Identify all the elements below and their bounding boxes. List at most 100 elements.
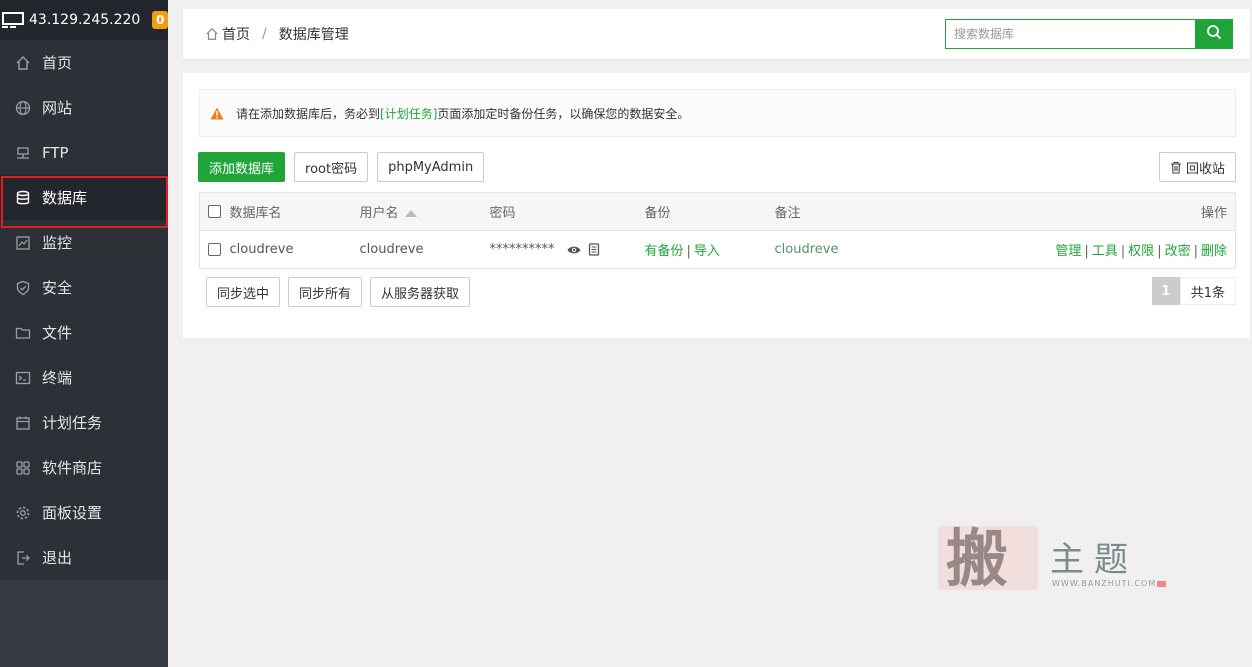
sidebar-item-label: 网站 xyxy=(42,99,73,117)
col-name: 数据库名 xyxy=(229,192,360,231)
copy-icon[interactable] xyxy=(588,243,600,256)
sidebar-item-monitor[interactable]: 监控 xyxy=(0,220,168,265)
logout-icon xyxy=(14,549,32,567)
fetch-from-server-button[interactable]: 从服务器获取 xyxy=(370,277,471,307)
message-badge[interactable]: 0 xyxy=(152,11,168,29)
col-user-label: 用户名 xyxy=(359,206,399,221)
import-link[interactable]: 导入 xyxy=(694,244,720,259)
change-password-link[interactable]: 改密 xyxy=(1165,244,1191,259)
toolbar: 添加数据库 root密码 phpMyAdmin xyxy=(198,152,493,182)
sidebar-item-label: 退出 xyxy=(42,549,73,567)
database-icon xyxy=(14,189,32,207)
watermark-dot xyxy=(1157,581,1166,587)
terminal-icon xyxy=(14,369,32,387)
sidebar-item-files[interactable]: 文件 xyxy=(0,310,168,355)
col-user[interactable]: 用户名 xyxy=(359,192,490,231)
sidebar-item-label: 安全 xyxy=(42,279,73,297)
cron-link[interactable]: [计划任务] xyxy=(380,105,437,122)
sidebar-item-security[interactable]: 安全 xyxy=(0,265,168,310)
recycle-bin-button[interactable]: 回收站 xyxy=(1158,152,1236,182)
breadcrumb-current: 数据库管理 xyxy=(278,27,349,43)
database-table: 数据库名 用户名 密码 备份 备注 操作 cloudreve cloudreve… xyxy=(199,192,1237,269)
monitor-chart-icon xyxy=(14,234,32,252)
header-bar: 首页 / 数据库管理 xyxy=(183,9,1250,59)
sidebar-item-terminal[interactable]: 终端 xyxy=(0,355,168,400)
separator: | xyxy=(1120,244,1126,259)
globe-icon xyxy=(14,99,32,117)
tools-link[interactable]: 工具 xyxy=(1092,244,1118,259)
sidebar-item-website[interactable]: 网站 xyxy=(0,85,168,130)
sidebar-item-ftp[interactable]: FTP xyxy=(0,130,168,175)
search-box xyxy=(945,19,1233,49)
sidebar-item-label: 文件 xyxy=(42,324,73,342)
select-all-checkbox[interactable] xyxy=(208,205,221,218)
page-number-current[interactable]: 1 xyxy=(1151,277,1180,305)
total-count: 共1条 xyxy=(1179,277,1236,305)
server-ip: 43.129.245.220 xyxy=(29,12,141,28)
search-input[interactable] xyxy=(945,19,1195,49)
db-backup-cell: 有备份 | 导入 xyxy=(644,230,775,269)
root-password-button[interactable]: root密码 xyxy=(294,152,369,182)
col-password: 密码 xyxy=(489,192,645,231)
sidebar-item-label: 计划任务 xyxy=(42,414,103,432)
separator: | xyxy=(1084,244,1089,259)
batch-actions: 同步选中 同步所有 从服务器获取 xyxy=(206,277,478,307)
alert-text-before: 请在添加数据库后，务必到 xyxy=(236,106,381,121)
search-button[interactable] xyxy=(1195,19,1233,49)
col-ops-label: 操作 xyxy=(1200,206,1227,221)
table-header-row: 数据库名 用户名 密码 备份 备注 操作 xyxy=(199,192,1237,231)
warning-icon xyxy=(210,107,224,120)
sync-selected-button[interactable]: 同步选中 xyxy=(206,277,281,307)
watermark-char: 搬 xyxy=(946,522,1008,595)
select-all-cell xyxy=(199,192,230,231)
watermark-title: 主题 xyxy=(1050,540,1138,580)
breadcrumb-home[interactable]: 首页 xyxy=(222,24,250,44)
sidebar-item-label: 面板设置 xyxy=(42,504,103,522)
alert-text-after: 页面添加定时备份任务，以确保您的数据安全。 xyxy=(437,106,690,121)
sidebar-item-label: 首页 xyxy=(42,54,73,72)
row-checkbox[interactable] xyxy=(208,243,221,256)
separator: | xyxy=(1193,244,1198,259)
delete-link[interactable]: 删除 xyxy=(1201,244,1227,259)
permission-link[interactable]: 权限 xyxy=(1128,244,1154,259)
sidebar-item-cron[interactable]: 计划任务 xyxy=(0,400,168,445)
breadcrumb-separator: / xyxy=(262,26,267,42)
sidebar-menu: 首页 网站 FTP 数据库 监控 安全 文件 终端 计划任务 软件商店 面板设置… xyxy=(0,40,168,580)
manage-link[interactable]: 管理 xyxy=(1055,244,1081,259)
db-name: cloudreve xyxy=(229,230,360,269)
recycle-bin-label: 回收站 xyxy=(1185,161,1225,177)
database-panel: 请在添加数据库后，务必到 [计划任务] 页面添加定时备份任务，以确保您的数据安全… xyxy=(183,73,1250,338)
shield-icon xyxy=(14,279,32,297)
sidebar: 43.129.245.220 0 首页 网站 FTP 数据库 监控 安全 文件 … xyxy=(0,0,168,667)
add-database-button[interactable]: 添加数据库 xyxy=(198,152,286,182)
backup-alert: 请在添加数据库后，务必到 [计划任务] 页面添加定时备份任务，以确保您的数据安全… xyxy=(199,89,1236,137)
pagination: 1 共1条 xyxy=(1151,277,1236,305)
col-backup: 备份 xyxy=(644,192,775,231)
col-password-label: 密码 xyxy=(489,206,516,221)
sort-up-icon[interactable] xyxy=(404,210,417,217)
sidebar-item-label: 终端 xyxy=(42,369,73,387)
monitor-icon xyxy=(2,11,24,29)
breadcrumb: 首页 / 数据库管理 xyxy=(205,24,349,44)
table-row: cloudreve cloudreve ********** 有备份 | 导入 cl… xyxy=(199,230,1237,269)
db-note[interactable]: cloudreve xyxy=(774,230,896,269)
watermark-logo: 搬 主题 WWW.BANZHUTI.COM xyxy=(938,524,1168,594)
db-password: ********** xyxy=(489,242,555,257)
sync-all-button[interactable]: 同步所有 xyxy=(288,277,363,307)
ftp-icon xyxy=(14,144,32,162)
sidebar-item-label: 软件商店 xyxy=(42,459,103,477)
phpmyadmin-button[interactable]: phpMyAdmin xyxy=(377,152,485,182)
has-backup-link[interactable]: 有备份 xyxy=(645,244,684,259)
eye-icon[interactable] xyxy=(567,245,581,255)
sidebar-item-logout[interactable]: 退出 xyxy=(0,535,168,580)
home-icon[interactable] xyxy=(205,27,219,41)
watermark-url: WWW.BANZHUTI.COM xyxy=(1052,579,1157,588)
db-password-cell: ********** xyxy=(489,230,645,269)
separator: | xyxy=(686,244,691,259)
db-user: cloudreve xyxy=(359,230,490,269)
home-icon xyxy=(14,54,32,72)
sidebar-item-settings[interactable]: 面板设置 xyxy=(0,490,168,535)
sidebar-item-store[interactable]: 软件商店 xyxy=(0,445,168,490)
sidebar-item-home[interactable]: 首页 xyxy=(0,40,168,85)
sidebar-item-database[interactable]: 数据库 xyxy=(0,175,168,228)
